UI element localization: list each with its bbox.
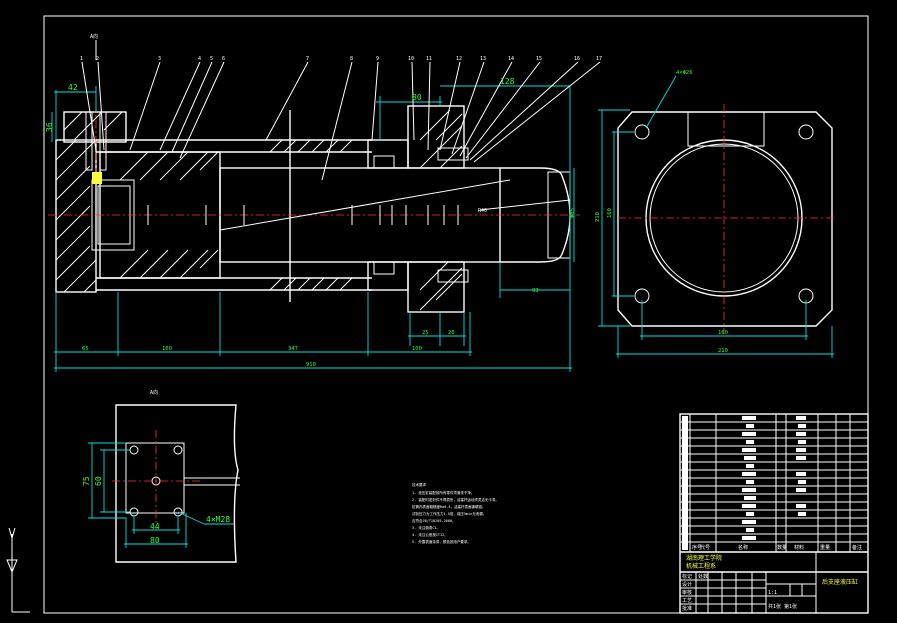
detail-hole-callout: 4×M28 [206, 515, 230, 524]
school-name: 湖南理工学院 [686, 554, 722, 562]
row-label-process: 工艺 [682, 598, 692, 604]
row-label-approve: 批准 [682, 605, 692, 612]
bom-col-remarks: 备注 [852, 544, 862, 551]
bom-col-material: 材料 [794, 544, 804, 551]
dim-top-mid: 80 [412, 93, 422, 102]
balloon-numbers: 1 2 3 4 5 6 7 8 9 10 11 12 13 14 15 16 1… [80, 56, 602, 62]
bom-col-code: 代号 [700, 544, 710, 551]
balloon-13: 13 [480, 56, 486, 62]
sheet-count: 共1张 第1张 [768, 603, 797, 610]
balloon-6: 6 [222, 56, 225, 62]
dim-detail-h-inner: 60 [94, 476, 103, 486]
bom-col-qty: 数量 [777, 544, 787, 551]
bom-col-weight: 重量 [820, 544, 830, 551]
title-block-text: 序号 代号 名称 数量 材料 重量 备注 湖南理工学院 机械工程系 后支座液压缸… [682, 544, 862, 612]
dim-top-left: 42 [68, 83, 78, 92]
text-layer: 1 2 3 4 5 6 7 8 9 10 11 12 13 14 15 16 1… [45, 33, 862, 612]
dim-detail-w-outer: 80 [150, 536, 160, 545]
balloon-10: 10 [408, 56, 414, 62]
balloon-8: 8 [350, 56, 353, 62]
notes-line-5: 应符合JB/T10205-2000。 [412, 518, 456, 523]
balloon-15: 15 [536, 56, 542, 62]
dim-detail-w-inner: 44 [150, 522, 160, 531]
balloon-3: 3 [158, 56, 161, 62]
row-label-count: 处数 [698, 573, 708, 580]
dim-end-height-outer: 210 [595, 212, 601, 222]
notes-line-6: 3. 未注倒角C1。 [412, 525, 440, 530]
dim-rod-extension: 93 [532, 288, 539, 294]
dim-seg-1: 65 [82, 346, 89, 352]
notes-line-4: 试验压力为工作压力1.5倍，保压5min无泄漏。 [412, 511, 486, 516]
view-a-arrow-label: A向 [90, 33, 98, 40]
dim-end-width-inner: 160 [718, 330, 728, 336]
balloon-16: 16 [574, 56, 580, 62]
balloon-1: 1 [80, 56, 83, 62]
dim-end-width-outer: 210 [718, 348, 728, 354]
drawing-scale: 1:1 [768, 590, 777, 596]
dim-overall: 910 [306, 362, 316, 368]
notes-heading: 技术要求 [412, 482, 426, 487]
notes-line-3: 缸筒内表面粗糙度Ra0.4，活塞杆表面镀硬铬。 [412, 504, 486, 509]
dim-seg-5: 100 [412, 346, 422, 352]
notes-line-8: 5. 外露表面涂漆，颜色按用户要求。 [412, 539, 471, 544]
drawing-title: 后支座液压缸 [822, 578, 858, 586]
detail-a-title: A向 [150, 389, 158, 396]
balloon-9: 9 [376, 56, 379, 62]
balloon-7: 7 [306, 56, 309, 62]
dim-detail-h-outer: 75 [82, 476, 91, 486]
row-label-review: 审核 [682, 589, 692, 596]
row-label-design: 设计 [682, 581, 692, 588]
technical-notes: 技术要求 1. 液压缸装配前所有零件须清洗干净。 2. 装配时密封件不得损伤，活… [412, 482, 499, 544]
notes-line-1: 1. 液压缸装配前所有零件须清洗干净。 [412, 490, 474, 495]
dim-left-vertical: 36 [45, 122, 54, 132]
balloon-5: 5 [210, 56, 213, 62]
balloon-12: 12 [456, 56, 462, 62]
balloon-11: 11 [426, 56, 432, 62]
end-view-hole-callout: 4×Φ26 [676, 70, 693, 76]
dim-flange-a: 25 [422, 330, 429, 336]
dim-seg-2: 100 [162, 346, 172, 352]
dim-end-height-inner: 160 [607, 208, 613, 218]
dim-seg-3: 347 [288, 346, 298, 352]
dim-rod-height: Φ85 [570, 208, 576, 218]
row-label-mark: 标记 [682, 573, 692, 580]
notes-line-2: 2. 装配时密封件不得损伤，活塞杆运动须灵活无卡滞。 [412, 497, 499, 502]
dim-flange-b: 20 [448, 330, 455, 336]
balloon-14: 14 [508, 56, 514, 62]
balloon-2: 2 [96, 56, 99, 62]
dim-top-right: 128 [500, 77, 515, 86]
notes-line-7: 4. 未注公差按IT12。 [412, 532, 448, 537]
balloon-4: 4 [198, 56, 201, 62]
bom-col-name: 名称 [738, 544, 748, 551]
school-department: 机械工程系 [686, 562, 716, 570]
rod-radius-callout: R40 [478, 208, 487, 214]
balloon-17: 17 [596, 56, 602, 62]
